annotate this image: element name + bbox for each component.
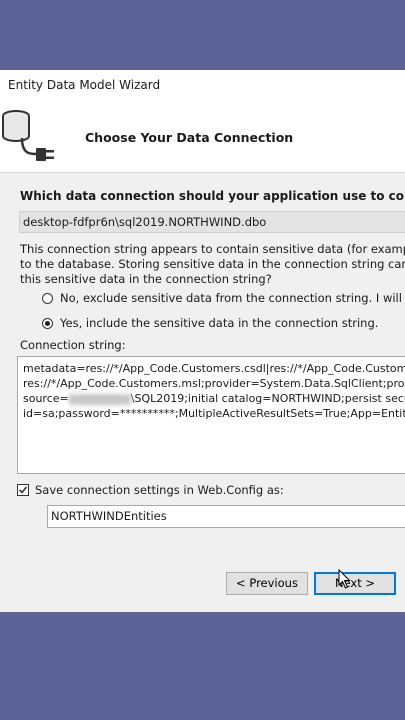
connection-string-source: source= <box>23 392 69 405</box>
next-button[interactable]: Next > <box>314 572 396 595</box>
exclude-radio[interactable] <box>42 292 53 304</box>
save-settings-checkbox[interactable] <box>17 484 29 496</box>
entity-data-model-wizard-dialog: Entity Data Model Wizard Choose Your Dat… <box>0 70 405 612</box>
connection-string-textbox[interactable]: metadata=res://*/App_Code.Customers.csdl… <box>17 356 405 474</box>
include-sensitive-option[interactable]: Yes, include the sensitive data in the c… <box>42 316 378 330</box>
connection-string-server: \SQL2019;initial catalog=NORTHWIND;persi… <box>130 392 405 405</box>
include-label: Yes, include the sensitive data in the c… <box>60 316 379 330</box>
connection-string-line: res://*/App_Code.Customers.msl;provider=… <box>23 377 405 390</box>
sensitive-data-warning: This connection string appears to contai… <box>20 242 405 287</box>
database-plug-icon <box>0 108 70 176</box>
redacted-hostname <box>68 393 131 405</box>
checkmark-icon <box>19 486 28 494</box>
warning-line: This connection string appears to contai… <box>20 242 405 256</box>
include-radio[interactable] <box>42 317 53 329</box>
window-title: Entity Data Model Wizard <box>0 70 405 100</box>
previous-button[interactable]: < Previous <box>226 572 308 595</box>
save-settings-label: Save connection settings in Web.Config a… <box>35 483 284 497</box>
connection-string-line: id=sa;password=**********;MultipleActive… <box>23 407 405 420</box>
entity-name-input[interactable]: NORTHWINDEntities <box>47 505 405 528</box>
warning-line: this sensitive data in the connection st… <box>20 272 272 286</box>
warning-line: to the database. Storing sensitive data … <box>20 257 405 271</box>
connection-string-line: source= \SQL2019;initial catalog=NORTHWIN… <box>23 391 405 406</box>
exclude-sensitive-option[interactable]: No, exclude sensitive data from the conn… <box>42 291 405 305</box>
wizard-header: Choose Your Data Connection <box>0 100 405 173</box>
save-settings-option[interactable]: Save connection settings in Web.Config a… <box>17 483 284 497</box>
exclude-label: No, exclude sensitive data from the conn… <box>60 291 405 305</box>
data-connection-dropdown[interactable]: desktop-fdfpr6n\sql2019.NORTHWIND.dbo <box>19 211 405 233</box>
connection-string-label: Connection string: <box>20 338 126 352</box>
header-title: Choose Your Data Connection <box>85 130 294 145</box>
mouse-cursor-icon <box>338 568 352 593</box>
connection-question: Which data connection should your applic… <box>20 189 405 203</box>
connection-string-line: metadata=res://*/App_Code.Customers.csdl… <box>23 362 405 375</box>
